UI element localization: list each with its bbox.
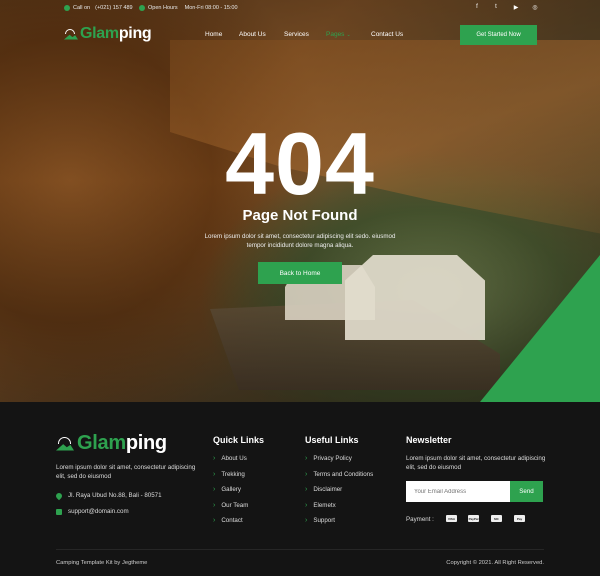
quick-link-label: About Us xyxy=(221,455,247,462)
quick-links-title: Quick Links xyxy=(213,435,265,445)
quick-link-our-team[interactable]: › Our Team xyxy=(213,502,248,509)
useful-link-label: Privacy Policy xyxy=(313,455,352,462)
main-header: Glamping Home About Us Services Pages ⌄ C… xyxy=(0,18,600,52)
error-code: 404 xyxy=(225,114,375,213)
footer-logo-text-green: Glam xyxy=(77,432,126,454)
footer-credit: Camping Template Kit by Jegtheme xyxy=(56,560,148,566)
nav-pages-label: Pages xyxy=(326,31,345,38)
phone-number[interactable]: (+021) 157 489 xyxy=(95,5,132,11)
chevron-right-icon: › xyxy=(213,455,216,462)
quick-link-label: Our Team xyxy=(221,502,249,509)
phone-icon xyxy=(64,5,70,11)
chevron-right-icon: › xyxy=(213,471,216,478)
chevron-down-icon: ⌄ xyxy=(346,32,351,38)
twitter-icon[interactable]: t xyxy=(491,4,501,10)
site-logo[interactable]: Glamping xyxy=(64,25,152,43)
email-link[interactable]: support@domain.com xyxy=(68,508,129,515)
location-pin-icon xyxy=(54,491,64,500)
quick-link-label: Trekking xyxy=(221,471,245,478)
chevron-right-icon: › xyxy=(305,471,308,478)
address-text: Jl. Raya Ubud No.88, Bali - 80571 xyxy=(68,492,162,499)
quick-link-contact[interactable]: › Contact xyxy=(213,517,243,524)
nav-services[interactable]: Services xyxy=(284,31,309,38)
hours-value: Mon-Fri 08:00 - 15:00 xyxy=(184,5,238,11)
useful-links-title: Useful Links xyxy=(305,435,359,445)
call-label: Call on xyxy=(73,5,91,11)
hero-background-tent-large xyxy=(345,255,485,340)
paypal-icon: PayPal xyxy=(468,515,479,522)
nav-home[interactable]: Home xyxy=(205,31,222,38)
newsletter-send-button[interactable]: Send xyxy=(510,481,543,502)
nav-pages[interactable]: Pages ⌄ xyxy=(326,31,351,38)
call-info: Call on (+021) 157 489 xyxy=(64,5,133,11)
chevron-right-icon: › xyxy=(213,517,216,524)
visa-icon: VISA xyxy=(446,515,457,522)
hero-green-accent xyxy=(480,255,600,402)
mail-icon xyxy=(56,508,62,515)
instagram-icon[interactable]: ◎ xyxy=(530,4,540,11)
useful-link-elemetx[interactable]: › Elemetx xyxy=(305,502,336,509)
quick-link-about-us[interactable]: › About Us xyxy=(213,455,247,462)
youtube-icon[interactable]: ▶ xyxy=(511,4,521,11)
useful-link-label: Disclaimer xyxy=(313,486,343,493)
newsletter-email-input[interactable] xyxy=(406,481,510,502)
chevron-right-icon: › xyxy=(213,486,216,493)
hours-info: Open Hours Mon-Fri 08:00 - 15:00 xyxy=(139,5,238,11)
useful-link-label: Elemetx xyxy=(313,502,336,509)
footer-address: Jl. Raya Ubud No.88, Bali - 80571 xyxy=(54,491,162,500)
error-description: Lorem ipsum dolor sit amet, consectetur … xyxy=(204,233,396,249)
quick-link-label: Gallery xyxy=(221,486,241,493)
footer-logo-icon xyxy=(56,436,74,451)
useful-link-support[interactable]: › Support xyxy=(305,517,335,524)
useful-link-label: Support xyxy=(313,517,336,524)
footer-logo[interactable]: Glamping xyxy=(56,432,167,455)
clock-icon xyxy=(139,5,145,11)
top-bar: Call on (+021) 157 489 Open Hours Mon-Fr… xyxy=(0,0,600,18)
quick-link-label: Contact xyxy=(221,517,243,524)
footer-email: support@domain.com xyxy=(56,508,129,515)
footer-description: Lorem ipsum dolor sit amet, consectetur … xyxy=(56,464,196,481)
error-title: Page Not Found xyxy=(242,207,358,224)
quick-link-gallery[interactable]: › Gallery xyxy=(213,486,241,493)
chevron-right-icon: › xyxy=(213,502,216,509)
chevron-right-icon: › xyxy=(305,486,308,493)
footer-logo-text-white: ping xyxy=(125,432,167,454)
payment-label: Payment : xyxy=(406,516,434,523)
useful-link-label: Terms and Conditions xyxy=(313,471,374,478)
get-started-button[interactable]: Get Started Now xyxy=(460,25,537,45)
logo-icon xyxy=(64,28,78,40)
nav-about-us[interactable]: About Us xyxy=(239,31,266,38)
chevron-right-icon: › xyxy=(305,517,308,524)
footer-copyright: Copyright © 2021. All Right Reserved. xyxy=(446,560,544,566)
newsletter-description: Lorem ipsum dolor sit amet, consectetur … xyxy=(406,455,546,472)
logo-text-green: Glam xyxy=(80,25,119,42)
footer-divider xyxy=(56,549,544,550)
newsletter-title: Newsletter xyxy=(406,435,452,445)
useful-link-terms[interactable]: › Terms and Conditions xyxy=(305,471,373,478)
facebook-icon[interactable]: f xyxy=(472,4,482,10)
chevron-right-icon: › xyxy=(305,502,308,509)
quick-link-trekking[interactable]: › Trekking xyxy=(213,471,245,478)
useful-link-privacy-policy[interactable]: › Privacy Policy xyxy=(305,455,352,462)
nav-contact-us[interactable]: Contact Us xyxy=(371,31,403,38)
logo-text-white: ping xyxy=(118,25,152,42)
back-to-home-button[interactable]: Back to Home xyxy=(258,262,342,284)
hours-label: Open Hours xyxy=(148,5,178,11)
apple-pay-icon: Pay xyxy=(514,515,525,522)
mastercard-icon: MC xyxy=(491,515,502,522)
useful-link-disclaimer[interactable]: › Disclaimer xyxy=(305,486,342,493)
chevron-right-icon: › xyxy=(305,455,308,462)
